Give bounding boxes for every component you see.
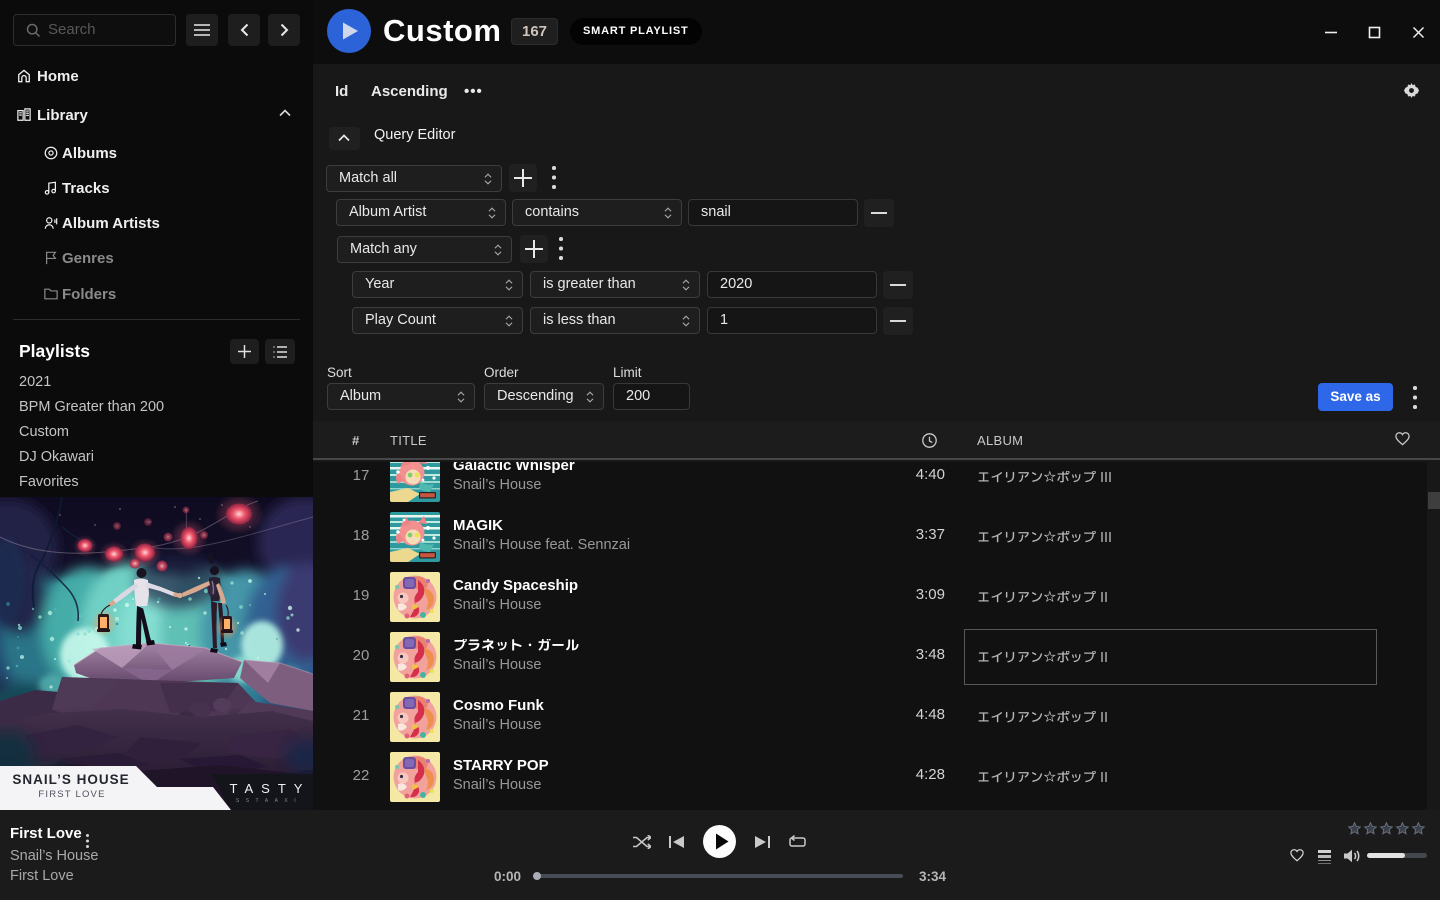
svg-text:SNAIL’S HOUSE: SNAIL’S HOUSE [12, 772, 129, 787]
svg-text:FIRST LOVE: FIRST LOVE [38, 789, 105, 800]
svg-text:SSTAAXI: SSTAAXI [236, 798, 302, 804]
svg-text:TASTY: TASTY [230, 781, 311, 796]
